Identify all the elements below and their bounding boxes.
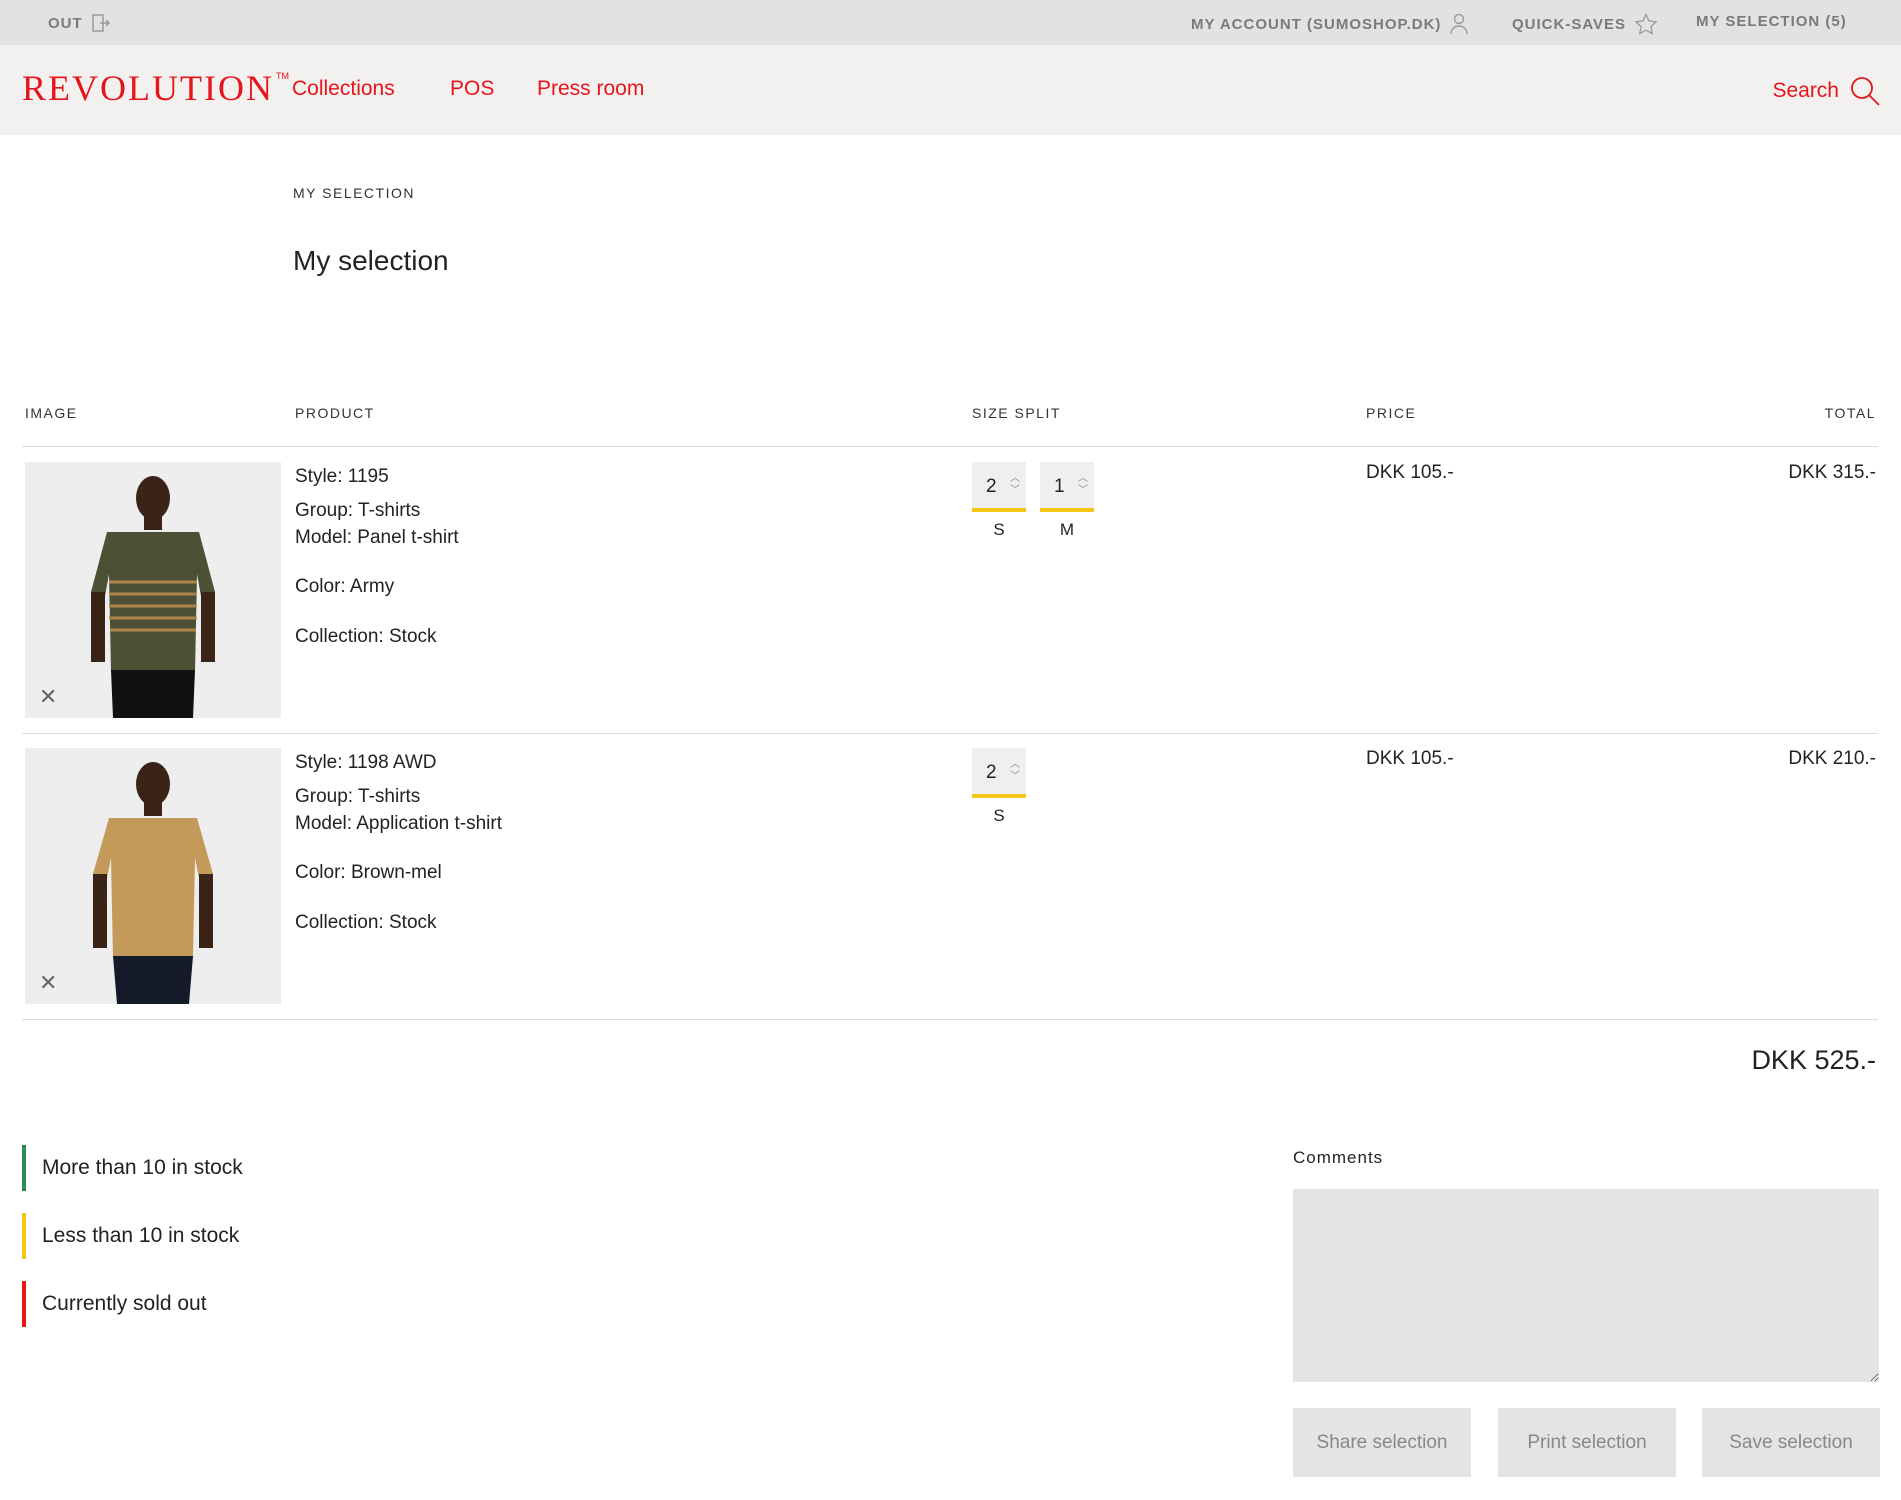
nav-collections[interactable]: Collections bbox=[292, 77, 395, 101]
quantity-value: 2 bbox=[986, 476, 997, 497]
breadcrumb: MY SELECTION bbox=[293, 185, 415, 201]
size-s: 2 ︿ ﹀ S bbox=[972, 462, 1026, 540]
size-label: M bbox=[1059, 520, 1075, 539]
logout-label: OUT bbox=[48, 14, 83, 32]
product-style: Style: 1195 bbox=[295, 466, 389, 487]
my-account-link[interactable]: MY ACCOUNT (SUMOSHOP.DK) bbox=[1191, 13, 1469, 35]
grand-total: DKK 525.- bbox=[1751, 1045, 1876, 1075]
search-label: Search bbox=[1772, 79, 1839, 102]
logout-link[interactable]: OUT bbox=[48, 13, 111, 33]
quantity-value: 1 bbox=[1054, 476, 1065, 497]
size-m: 1 ︿ ﹀ M bbox=[1040, 462, 1094, 540]
product-group: Group: T-shirts bbox=[295, 500, 421, 521]
logout-icon bbox=[91, 14, 110, 32]
product-color: Color: Army bbox=[295, 576, 395, 597]
print-selection-button[interactable]: Print selection bbox=[1498, 1408, 1676, 1477]
shirt-shape bbox=[91, 532, 215, 672]
search-button[interactable]: Search bbox=[1772, 75, 1881, 107]
model-photo bbox=[91, 476, 215, 718]
size-s: 2 ︿ ﹀ S bbox=[972, 748, 1026, 826]
logo-text: REVOLUTION bbox=[22, 68, 274, 108]
header-price: PRICE bbox=[1366, 405, 1417, 421]
utility-bar: OUT MY ACCOUNT (SUMOSHOP.DK) QUICK-SAVES… bbox=[0, 0, 1901, 45]
legend-in-stock: More than 10 in stock bbox=[22, 1145, 243, 1191]
header-size-split: SIZE SPLIT bbox=[972, 405, 1061, 421]
legend-low-stock: Less than 10 in stock bbox=[22, 1213, 239, 1259]
legend-label: Less than 10 in stock bbox=[42, 1224, 240, 1247]
product-model: Model: Panel t-shirt bbox=[295, 527, 459, 548]
comments-label: Comments bbox=[1293, 1148, 1384, 1167]
stepper-arrows-icon[interactable]: ︿ ﹀ bbox=[1010, 473, 1020, 497]
share-selection-button[interactable]: Share selection bbox=[1293, 1408, 1471, 1477]
quantity-stepper[interactable]: 2 ︿ ﹀ bbox=[972, 462, 1026, 512]
main-nav: REVOLUTION TM Collections POS Press room … bbox=[0, 45, 1901, 135]
product-style: Style: 1198 AWD bbox=[295, 752, 437, 773]
stepper-arrows-icon[interactable]: ︿ ﹀ bbox=[1010, 759, 1020, 783]
shirt-shape bbox=[93, 818, 213, 958]
nav-pos[interactable]: POS bbox=[450, 77, 494, 101]
unit-price: DKK 105.- bbox=[1366, 748, 1454, 769]
stepper-arrows-icon[interactable]: ︿ ﹀ bbox=[1078, 473, 1088, 497]
model-photo bbox=[93, 762, 213, 1004]
product-model: Model: Application t-shirt bbox=[295, 813, 502, 834]
quick-saves-link[interactable]: QUICK-SAVES bbox=[1512, 13, 1658, 35]
search-icon bbox=[1851, 77, 1880, 106]
remove-item-button[interactable]: ✕ bbox=[39, 972, 57, 994]
quantity-stepper[interactable]: 1 ︿ ﹀ bbox=[1040, 462, 1094, 512]
line-total: DKK 315.- bbox=[1788, 462, 1876, 483]
size-split: 2 ︿ ﹀ S bbox=[972, 748, 1026, 826]
legend-label: Currently sold out bbox=[42, 1292, 207, 1315]
page-title: My selection bbox=[293, 245, 449, 276]
quantity-value: 2 bbox=[986, 762, 997, 783]
divider bbox=[22, 446, 1878, 447]
table-row: ✕ Style: 1198 AWD Group: T-shirts Model:… bbox=[0, 748, 1901, 1035]
nav-press-room[interactable]: Press room bbox=[537, 77, 644, 101]
product-color: Color: Brown-mel bbox=[295, 862, 442, 883]
user-icon bbox=[1450, 13, 1469, 35]
size-label: S bbox=[993, 806, 1005, 825]
header-total: TOTAL bbox=[1824, 405, 1876, 421]
size-label: S bbox=[993, 520, 1005, 539]
legend-label: More than 10 in stock bbox=[42, 1156, 243, 1179]
revolution-logo[interactable]: REVOLUTION TM bbox=[22, 67, 289, 109]
product-image[interactable]: ✕ bbox=[25, 462, 281, 718]
table-row: ✕ Style: 1195 Group: T-shirts Model: Pan… bbox=[0, 462, 1901, 749]
remove-item-button[interactable]: ✕ bbox=[39, 686, 57, 708]
header-product: PRODUCT bbox=[295, 405, 375, 421]
header-image: IMAGE bbox=[25, 405, 78, 421]
size-split: 2 ︿ ﹀ S 1 ︿ ﹀ M bbox=[972, 462, 1094, 540]
product-collection: Collection: Stock bbox=[295, 626, 437, 647]
product-image[interactable]: ✕ bbox=[25, 748, 281, 1004]
comments-textarea[interactable] bbox=[1293, 1189, 1879, 1382]
quantity-stepper[interactable]: 2 ︿ ﹀ bbox=[972, 748, 1026, 798]
my-account-label: MY ACCOUNT (SUMOSHOP.DK) bbox=[1191, 15, 1442, 33]
my-selection-link[interactable]: MY SELECTION (5) bbox=[1696, 13, 1847, 30]
unit-price: DKK 105.- bbox=[1366, 462, 1454, 483]
legend-sold-out: Currently sold out bbox=[22, 1281, 207, 1327]
star-icon bbox=[1634, 13, 1658, 35]
logo-trademark: TM bbox=[275, 71, 289, 81]
product-collection: Collection: Stock bbox=[295, 912, 437, 933]
quick-saves-label: QUICK-SAVES bbox=[1512, 15, 1627, 33]
line-total: DKK 210.- bbox=[1788, 748, 1876, 769]
divider bbox=[22, 1019, 1878, 1020]
divider bbox=[22, 733, 1878, 734]
save-selection-button[interactable]: Save selection bbox=[1702, 1408, 1880, 1477]
product-group: Group: T-shirts bbox=[295, 786, 421, 807]
my-selection-label: MY SELECTION (5) bbox=[1696, 13, 1847, 30]
